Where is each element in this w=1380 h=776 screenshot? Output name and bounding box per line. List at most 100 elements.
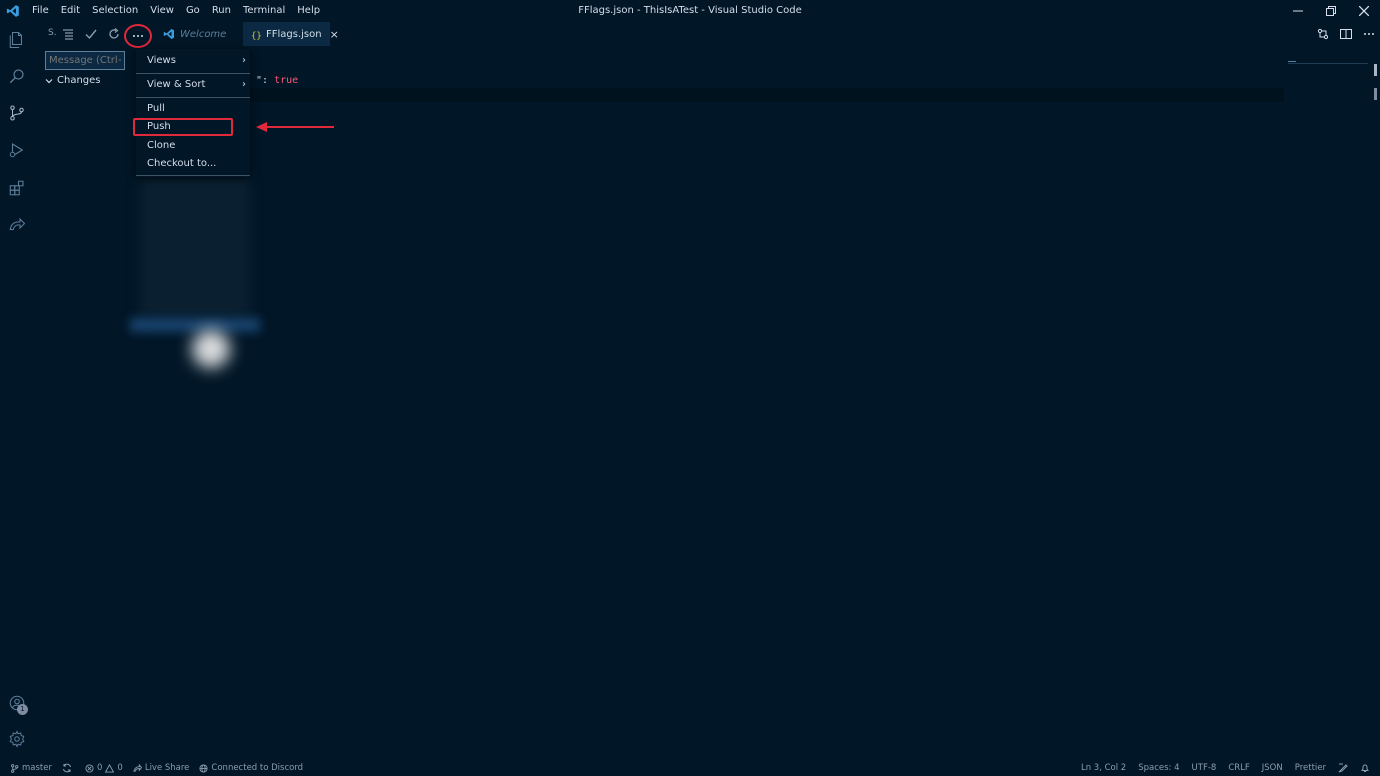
status-bar: master 0 0 Live Share Connected to Disco…: [0, 760, 1380, 776]
menu-separator: [136, 73, 250, 74]
tab-close-button[interactable]: ×: [330, 28, 339, 41]
notifications-button[interactable]: [1360, 763, 1370, 773]
extensions-icon: [9, 180, 24, 196]
code-line: ": true: [256, 75, 298, 86]
discord-label: Connected to Discord: [211, 763, 304, 773]
activity-settings[interactable]: [0, 721, 34, 757]
discord-status[interactable]: Connected to Discord: [199, 763, 303, 773]
tab-fflags-label: FFlags.json: [266, 29, 322, 40]
activity-source-control[interactable]: [0, 95, 34, 131]
push-highlight-box: [133, 118, 233, 136]
editor-area[interactable]: ": true: [244, 46, 1380, 760]
formatter-status[interactable]: Prettier: [1295, 763, 1326, 773]
check-icon: [85, 29, 97, 40]
view-as-tree-button[interactable]: [60, 26, 76, 42]
chevron-down-icon: [45, 78, 53, 83]
sync-button[interactable]: [62, 763, 75, 773]
activity-run-debug[interactable]: [0, 132, 34, 168]
title-bar: File Edit Selection View Go Run Terminal…: [0, 0, 1380, 22]
live-share-icon: [9, 217, 26, 231]
account-badge: 1: [17, 704, 28, 715]
open-changes-button[interactable]: [1311, 22, 1334, 46]
scrollbar-mark: [1374, 64, 1377, 76]
close-window-button[interactable]: [1347, 0, 1380, 22]
overview-ruler-line: [1288, 63, 1368, 64]
indentation[interactable]: Spaces: 4: [1138, 763, 1179, 773]
menu-view[interactable]: View: [144, 0, 180, 22]
commit-message-input[interactable]: [45, 51, 125, 70]
menu-help[interactable]: Help: [291, 0, 326, 22]
vscode-tab-icon: [163, 28, 175, 40]
problems-status[interactable]: 0 0: [85, 763, 123, 773]
editor-tabs: Welcome {} FFlags.json ×: [155, 22, 339, 46]
close-icon: [1358, 6, 1369, 16]
refresh-icon: [109, 28, 119, 39]
bell-icon: [1361, 764, 1369, 772]
blurred-highlight: [130, 318, 260, 332]
sync-icon: [62, 763, 72, 773]
activity-bar: 1: [0, 22, 34, 760]
menu-go[interactable]: Go: [180, 0, 206, 22]
menu-file[interactable]: File: [26, 0, 55, 22]
code-boolean-value: true: [274, 75, 299, 86]
menu-item-views[interactable]: Views ›: [136, 52, 250, 70]
menu-edit[interactable]: Edit: [55, 0, 86, 22]
split-editor-button[interactable]: [1334, 22, 1357, 46]
status-right: Ln 3, Col 2 Spaces: 4 UTF-8 CRLF JSON Pr…: [1069, 760, 1370, 776]
restore-icon: [1325, 6, 1336, 16]
cursor-position[interactable]: Ln 3, Col 2: [1081, 763, 1126, 773]
editor-more-button[interactable]: [1357, 22, 1380, 46]
refresh-button[interactable]: [106, 26, 122, 42]
branch-status[interactable]: master: [10, 763, 52, 773]
more-actions-button[interactable]: [124, 24, 152, 48]
menu-item-clone[interactable]: Clone: [136, 137, 250, 155]
chevron-right-icon: ›: [242, 79, 246, 90]
globe-icon: [199, 763, 208, 773]
branch-name: master: [22, 763, 52, 773]
git-compare-icon: [1317, 28, 1328, 40]
tab-fflags-json[interactable]: {} FFlags.json ×: [243, 22, 339, 46]
window-controls: [1281, 0, 1380, 22]
activity-search[interactable]: [0, 58, 34, 94]
activity-extensions[interactable]: [0, 170, 34, 206]
current-line-highlight: [250, 88, 1284, 102]
live-share-icon: [133, 763, 142, 773]
menu-separator: [136, 175, 250, 176]
run-debug-icon: [9, 142, 24, 158]
error-count: 0: [96, 763, 103, 773]
tab-welcome[interactable]: Welcome: [155, 22, 243, 46]
more-actions-menu: Views › View & Sort › Pull Push Clone Ch…: [136, 49, 250, 177]
activity-explorer[interactable]: [0, 22, 34, 58]
svg-text:{}: {}: [251, 31, 261, 40]
feedback-button[interactable]: [1338, 763, 1348, 773]
annotation-arrow-icon: [256, 122, 334, 132]
blurred-cursor-glow: [192, 330, 230, 368]
menu-run[interactable]: Run: [206, 0, 237, 22]
menu-item-label: View & Sort: [147, 79, 206, 90]
menu-item-checkout[interactable]: Checkout to...: [136, 155, 250, 173]
end-of-line[interactable]: CRLF: [1228, 763, 1249, 773]
menu-selection[interactable]: Selection: [86, 0, 144, 22]
activity-accounts[interactable]: 1: [0, 685, 34, 721]
menu-item-view-sort[interactable]: View & Sort ›: [136, 76, 250, 94]
language-mode[interactable]: JSON: [1262, 763, 1283, 773]
warning-count: 0: [117, 763, 123, 773]
warning-icon: [105, 763, 115, 773]
restore-button[interactable]: [1314, 0, 1347, 22]
menu-separator: [136, 97, 250, 98]
ellipsis-icon: [133, 35, 143, 37]
tab-welcome-label: Welcome: [180, 28, 227, 40]
menu-terminal[interactable]: Terminal: [237, 0, 291, 22]
activity-live-share[interactable]: [0, 207, 34, 243]
minimize-icon: [1292, 10, 1303, 12]
changes-section-header[interactable]: Changes: [44, 75, 101, 86]
json-file-icon: {}: [251, 30, 261, 40]
scrollbar-mark: [1374, 88, 1377, 100]
menu-item-pull[interactable]: Pull: [136, 100, 250, 118]
live-share-status[interactable]: Live Share: [133, 763, 189, 773]
encoding[interactable]: UTF-8: [1192, 763, 1217, 773]
commit-button[interactable]: [83, 26, 99, 42]
minimize-button[interactable]: [1281, 0, 1314, 22]
source-control-icon: [10, 105, 24, 121]
error-icon: [85, 763, 94, 773]
